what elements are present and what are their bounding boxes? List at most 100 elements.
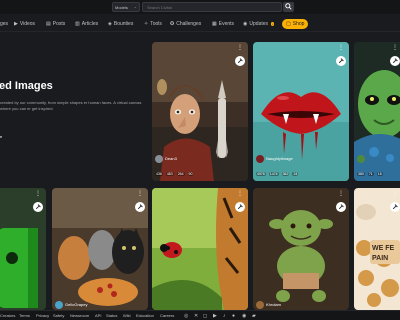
nav-events-label: Events [218,21,235,27]
search-icon [285,3,292,10]
card-image [152,188,248,310]
stat-laughs: 264 [176,172,185,176]
footer-link[interactable]: Creators [0,313,15,318]
pin-icon[interactable] [135,202,145,212]
updates-icon: ◉ [243,21,248,27]
github-icon[interactable]: ◉ [242,313,246,319]
image-card[interactable]: ⋮ Khrolam [253,188,349,310]
avatar [256,154,264,163]
nav-challenges-label: Challenges [176,21,202,27]
card-user[interactable]: Naughtylimage [256,154,293,163]
nav-challenges[interactable]: ✪ Challenges [170,19,201,29]
svg-text:PAIN: PAIN [372,255,388,262]
stat-hearts: 1474 [268,172,279,176]
discord-icon[interactable]: ◎ [184,313,188,319]
image-card[interactable]: WE FE PAIN ⋮ [354,188,400,310]
image-card[interactable]: ⋮ 380 71 16 [354,42,400,181]
pin-icon[interactable] [235,56,245,66]
nav-articles-label: Articles [81,21,99,27]
footer-link[interactable]: Terms [19,313,30,318]
footer-link[interactable]: Wiki [123,313,131,318]
nav-posts[interactable]: ▤ Posts [46,19,65,29]
pin-icon[interactable] [390,202,400,212]
nav-videos-label: Videos [19,21,36,27]
avatar [357,154,365,163]
search-button[interactable] [283,2,294,12]
tools-icon: ✧ [144,21,149,27]
pin-icon[interactable] [390,56,400,66]
pin-icon[interactable] [336,56,346,66]
hero-title: ed Images [0,80,53,92]
image-card[interactable]: ⋮ [0,188,46,310]
footer-link[interactable]: Privacy [36,313,49,318]
nav-images-label: ges [0,21,9,27]
page: { "search": { "model_label": "Models", "… [0,0,400,320]
card-stats: 380 71 16 [357,171,400,177]
image-card[interactable]: ⋮ GelloGrapey [52,188,148,310]
footer: Creators Terms Privacy Safety Newsroom A… [0,310,400,320]
instagram-icon[interactable]: ◻ [203,313,207,319]
card-menu-icon[interactable]: ⋮ [392,191,398,197]
avatar [256,300,264,309]
footer-link[interactable]: Careers [160,313,174,318]
nav-articles[interactable]: ▥ Articles [75,19,98,29]
hero-description: created by our community, from simple sh… [0,100,142,111]
pin-icon[interactable] [336,202,346,212]
image-card[interactable]: ⋮ [152,188,248,310]
avatar [155,154,163,163]
tiktok-icon[interactable]: ♪ [223,313,226,319]
stat-likes: 380 [357,172,365,176]
card-user[interactable] [357,154,365,163]
x-icon[interactable]: ✕ [194,313,198,319]
card-menu-icon[interactable]: ⋮ [237,191,243,197]
hero-more-link[interactable]: e [0,134,2,139]
avatar [55,300,63,309]
nav-bar: ges ▶ Videos ▤ Posts ▥ Articles ◈ Bounties ✧… [0,15,400,32]
stat-comments: 24 [292,172,299,176]
nav-tools[interactable]: ✧ Tools [144,19,162,29]
footer-link[interactable]: Status [106,313,117,318]
card-menu-icon[interactable]: ⋮ [338,45,344,51]
image-card[interactable]: ⋮ Dean3 436 483 264 90 [152,42,248,181]
footer-link[interactable]: Safety [53,313,64,318]
card-stats: 436 483 264 90 [155,171,245,177]
nav-images[interactable]: ges [0,19,8,29]
youtube-icon[interactable]: ▶ [213,313,217,319]
nav-shop[interactable]: ▢ Shop [282,19,309,29]
card-menu-icon[interactable]: ⋮ [392,45,398,51]
model-select[interactable]: Models ⌄ [112,2,140,12]
nav-events[interactable]: ▦ Events [212,19,234,29]
updates-dot: • [271,22,275,26]
card-user[interactable]: Dean3 [155,154,177,163]
card-username: Naughtylimage [266,156,293,161]
card-menu-icon[interactable]: ⋮ [237,45,243,51]
shop-icon: ▢ [286,21,291,27]
nav-videos[interactable]: ▶ Videos [14,19,35,29]
twitch-icon[interactable]: ▰ [252,313,256,319]
stat-laughs: 16 [376,172,383,176]
nav-updates[interactable]: ◉ Updates • [243,19,275,29]
reddit-icon[interactable]: ● [232,313,235,319]
card-image [52,188,148,310]
nav-bounties-label: Bounties [113,21,134,27]
footer-link[interactable]: API [95,313,101,318]
image-card[interactable]: ⋮ Naughtylimage 4976 1474 362 24 [253,42,349,181]
footer-link[interactable]: Education [136,313,154,318]
events-icon: ▦ [212,21,217,27]
card-stats: 4976 1474 362 24 [256,171,346,177]
card-user[interactable]: Khrolam [256,300,281,309]
card-menu-icon[interactable]: ⋮ [137,191,143,197]
card-menu-icon[interactable]: ⋮ [338,191,344,197]
search-input[interactable] [142,2,282,12]
nav-bounties[interactable]: ◈ Bounties [108,19,133,29]
model-select-label: Models [115,5,128,10]
nav-shop-label: Shop [292,21,305,27]
footer-link[interactable]: Newsroom [70,313,89,318]
top-bar: Models ⌄ [0,0,400,14]
stat-likes: 436 [155,172,163,176]
card-menu-icon[interactable]: ⋮ [35,191,41,197]
stat-hearts: 483 [165,172,174,176]
pin-icon[interactable] [235,202,245,212]
pin-icon[interactable] [33,202,43,212]
card-user[interactable]: GelloGrapey [55,300,87,309]
